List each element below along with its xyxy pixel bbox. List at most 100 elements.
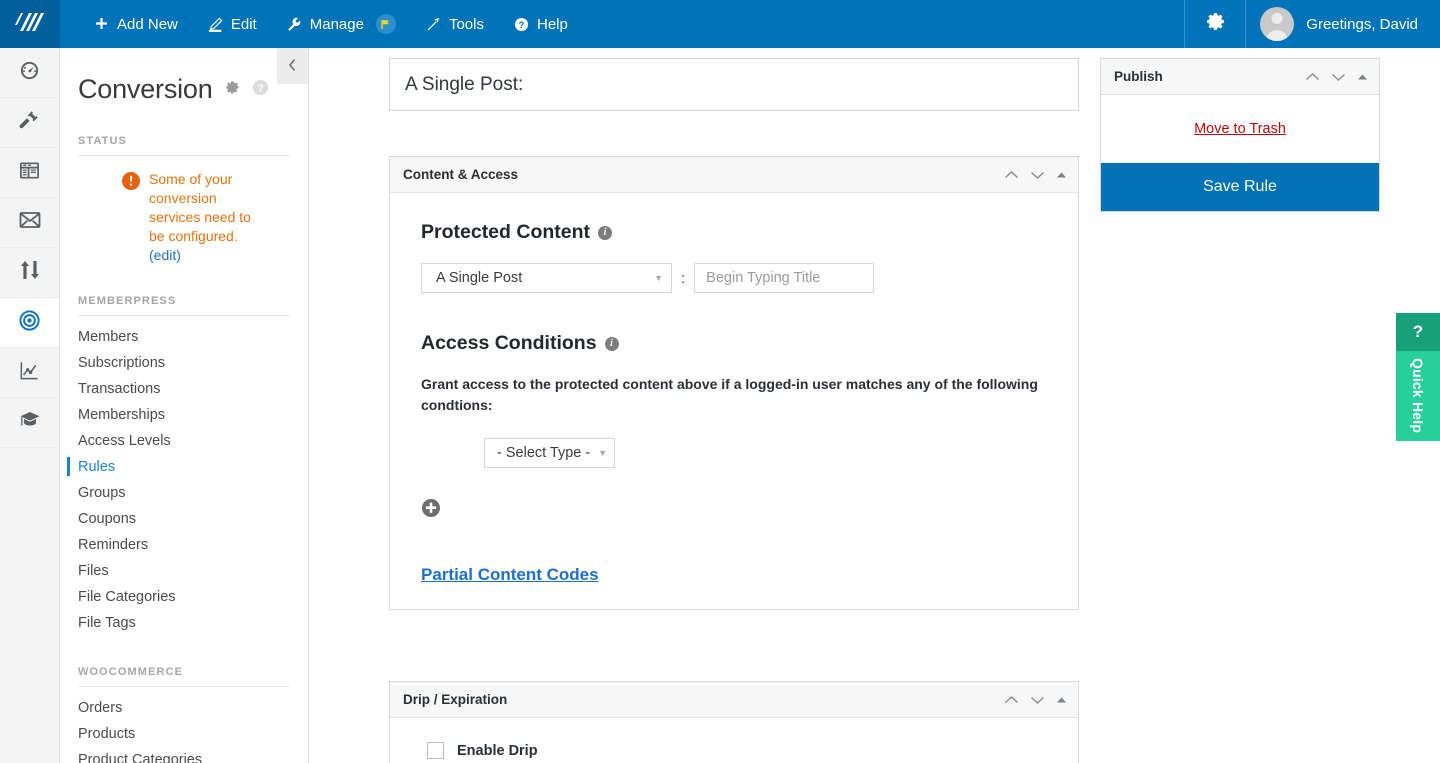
panel-controls [1305, 72, 1368, 82]
rail-item-pages[interactable] [0, 148, 59, 198]
rail-item-conversion[interactable] [0, 298, 59, 348]
topnav-add-new-label: Add New [117, 16, 178, 33]
rail-item-analytics[interactable] [0, 348, 59, 398]
chevron-down-icon[interactable] [1331, 72, 1346, 82]
info-icon[interactable]: i [598, 226, 612, 240]
protected-content-type-select[interactable]: A Single Post ▼ [421, 263, 672, 293]
sidebar-item-memberships[interactable]: Memberships [60, 402, 308, 428]
sidebar-item-label: Orders [78, 700, 122, 716]
condition-type-select[interactable]: - Select Type - ▼ [484, 438, 615, 468]
sidebar-item-file-categories[interactable]: File Categories [60, 584, 308, 610]
sidebar-item-products[interactable]: Products [60, 721, 308, 747]
status-message: Some of your conversion services need to… [149, 171, 251, 244]
sidebar-item-file-tags[interactable]: File Tags [60, 610, 308, 636]
rail-item-traffic[interactable] [0, 248, 59, 298]
topnav-tools[interactable]: Tools [412, 0, 498, 48]
target-icon [18, 309, 41, 337]
top-navigation: Add New Edit Manage Tools ? [60, 0, 582, 48]
slashes-logo-icon [15, 11, 45, 37]
question-circle-icon[interactable]: ? [252, 79, 269, 101]
info-icon[interactable]: i [605, 337, 619, 351]
sidebar-item-label: File Categories [78, 589, 176, 605]
gear-icon[interactable] [224, 79, 241, 101]
sidebar-item-groups[interactable]: Groups [60, 480, 308, 506]
gauge-icon [18, 59, 41, 87]
sidebar-item-rules[interactable]: Rules [60, 454, 308, 480]
sidebar-item-access-levels[interactable]: Access Levels [60, 428, 308, 454]
access-conditions-description: Grant access to the protected content ab… [421, 374, 1048, 416]
plus-circle-icon [421, 498, 441, 523]
rail-item-build[interactable] [0, 98, 59, 148]
status-edit-link[interactable]: (edit) [149, 247, 181, 263]
move-to-trash-link[interactable]: Move to Trash [1194, 121, 1286, 137]
svg-text:?: ? [519, 19, 525, 29]
rule-title-field[interactable]: A Single Post: [389, 58, 1079, 111]
user-avatar-icon [1260, 7, 1294, 41]
greeting-label: Greetings, David [1306, 16, 1418, 33]
rail-item-dashboard[interactable] [0, 48, 59, 98]
chevron-down-icon[interactable] [1030, 695, 1045, 705]
topnav-help[interactable]: ? Help [500, 0, 582, 48]
sidebar-item-label: Files [78, 563, 109, 579]
publish-panel-header: Publish [1101, 59, 1379, 95]
enable-drip-row: Enable Drip [420, 718, 1048, 759]
status-message-wrap: Some of your conversion services need to… [149, 170, 267, 265]
chevron-down-icon: ▼ [590, 448, 607, 458]
quick-help-question-button[interactable]: ? [1396, 313, 1440, 351]
sidebar-item-label: Access Levels [78, 433, 171, 449]
enable-drip-checkbox[interactable] [427, 742, 444, 759]
icon-rail [0, 48, 60, 763]
triangle-up-icon[interactable] [1056, 171, 1067, 179]
drip-panel-title: Drip / Expiration [403, 692, 507, 707]
svg-text:?: ? [257, 83, 263, 94]
access-conditions-heading-label: Access Conditions [421, 332, 597, 355]
rail-item-courses[interactable] [0, 398, 59, 448]
add-condition-button[interactable] [421, 498, 441, 523]
tools-icon [426, 17, 441, 32]
chevron-down-icon: ▼ [640, 273, 663, 283]
chevron-up-icon[interactable] [1305, 72, 1320, 82]
chevron-down-icon[interactable] [1030, 170, 1045, 180]
topnav-add-new[interactable]: Add New [80, 0, 192, 48]
sidebar-item-label: Coupons [78, 511, 136, 527]
chevron-up-icon[interactable] [1004, 170, 1019, 180]
triangle-up-icon[interactable] [1357, 73, 1368, 81]
status-alert: Some of your conversion services need to… [60, 156, 308, 265]
sidebar-item-orders[interactable]: Orders [60, 695, 308, 721]
topnav-help-label: Help [537, 16, 568, 33]
rail-item-email[interactable] [0, 198, 59, 248]
topnav-tools-label: Tools [449, 16, 484, 33]
save-rule-button[interactable]: Save Rule [1101, 163, 1379, 211]
gavel-icon [18, 109, 41, 137]
memberpress-section-heading: MEMBERPRESS [78, 295, 290, 316]
topnav-edit-label: Edit [231, 16, 257, 33]
content-access-panel-header: Content & Access [390, 157, 1078, 193]
settings-button[interactable] [1184, 0, 1246, 48]
sidebar-item-coupons[interactable]: Coupons [60, 506, 308, 532]
sidebar-item-subscriptions[interactable]: Subscriptions [60, 350, 308, 376]
protected-content-heading: Protected Content i [421, 221, 1048, 244]
sidebar-item-members[interactable]: Members [60, 324, 308, 350]
secondary-option-row [420, 759, 1048, 763]
partial-content-codes-link[interactable]: Partial Content Codes [421, 565, 599, 585]
sidebar-item-files[interactable]: Files [60, 558, 308, 584]
sidebar-item-product-categories[interactable]: Product Categories [60, 747, 308, 763]
content-access-panel: Content & Access Protected Content i [389, 156, 1079, 610]
content-title-input[interactable] [694, 263, 874, 293]
triangle-up-icon[interactable] [1056, 696, 1067, 704]
sidebar-collapse-button[interactable] [277, 48, 308, 84]
sidebar-item-reminders[interactable]: Reminders [60, 532, 308, 558]
user-menu[interactable]: Greetings, David [1246, 0, 1440, 48]
top-bar: Add New Edit Manage Tools ? [0, 0, 1440, 48]
question-circle-icon: ? [514, 17, 529, 32]
sidebar-item-transactions[interactable]: Transactions [60, 376, 308, 402]
topnav-edit[interactable]: Edit [194, 0, 271, 48]
access-conditions-heading: Access Conditions i [421, 332, 1048, 355]
quick-help-button[interactable]: Quick Help [1396, 351, 1440, 441]
topnav-manage[interactable]: Manage [273, 0, 410, 48]
app-logo[interactable] [0, 0, 60, 48]
sidebar-item-label: Transactions [78, 381, 160, 397]
drip-panel-header: Drip / Expiration [390, 682, 1078, 718]
conversion-sidebar: Conversion ? STATUS Some of your convers… [60, 48, 309, 763]
chevron-up-icon[interactable] [1004, 695, 1019, 705]
